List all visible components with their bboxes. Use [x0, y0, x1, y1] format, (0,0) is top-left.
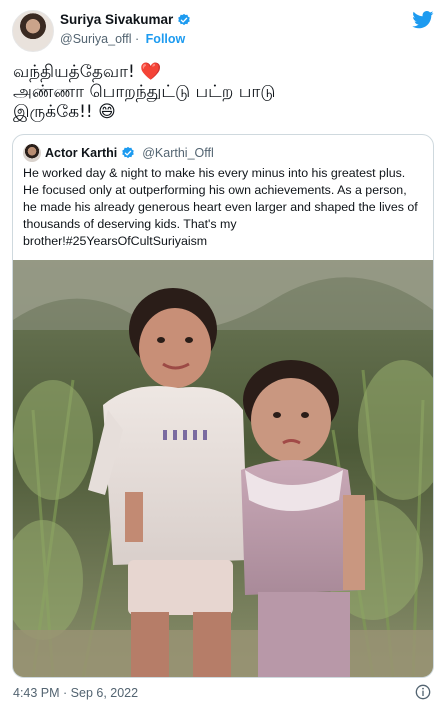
tweet-text-line-1: வந்தியத்தேவா! ❤️ [13, 62, 433, 82]
tweet-text-line-2: அண்ணா பொறந்துட்டு பட்ற பாடு [13, 82, 276, 102]
tweet-timestamp[interactable]: 4:43 PM · Sep 6, 2022 [13, 686, 138, 700]
quoted-text-line: thousands of deserving kids. That's my [23, 217, 237, 231]
quoted-tweet-header: Actor Karthi @Karthi_Offl [23, 144, 214, 162]
tweet-text-part: வந்தியத்தேவா! [13, 62, 135, 82]
info-icon[interactable] [415, 684, 431, 700]
smile-emoji: 😄 [98, 102, 116, 122]
quoted-text-line: He focused only at outperforming his own… [23, 183, 407, 197]
quoted-tweet-photo[interactable] [13, 260, 433, 677]
author-handle[interactable]: @Suriya_offl [60, 32, 132, 46]
quoted-author-handle[interactable]: @Karthi_Offl [142, 146, 214, 160]
separator: · [135, 32, 140, 46]
quoted-tweet-text: He worked day & night to make his every … [23, 165, 427, 250]
verified-badge-icon [178, 13, 191, 25]
author-name[interactable]: Suriya Sivakumar [60, 12, 173, 27]
quoted-author-avatar[interactable] [23, 144, 41, 162]
quoted-author-name[interactable]: Actor Karthi [45, 146, 117, 160]
hashtag-link[interactable]: brother!#25YearsOfCultSuriyaism [23, 233, 427, 250]
twitter-bird-icon[interactable] [412, 11, 434, 29]
author-avatar[interactable] [12, 10, 54, 52]
tweet-text-part: இருக்கே!! [13, 102, 93, 122]
tweet-header: Suriya Sivakumar @Suriya_offl · Follow [0, 0, 447, 60]
verified-badge-icon [122, 146, 135, 159]
quoted-tweet-card[interactable]: Actor Karthi @Karthi_Offl He worked day … [12, 134, 434, 678]
action-bar-partial [0, 710, 447, 720]
quoted-text-line: he made his already generous heart even … [23, 200, 418, 214]
author-name-row: Suriya Sivakumar [60, 12, 191, 27]
follow-button[interactable]: Follow [146, 32, 186, 46]
tweet-text-line-3: இருக்கே!! 😄 [13, 102, 433, 122]
quoted-text-line: He worked day & night to make his every … [23, 166, 406, 180]
tweet-text: வந்தியத்தேவா! ❤️ அண்ணா பொறந்துட்டு பட்ற … [13, 62, 433, 122]
author-handle-row: @Suriya_offl · Follow [60, 32, 185, 46]
heart-emoji: ❤️ [140, 62, 162, 82]
